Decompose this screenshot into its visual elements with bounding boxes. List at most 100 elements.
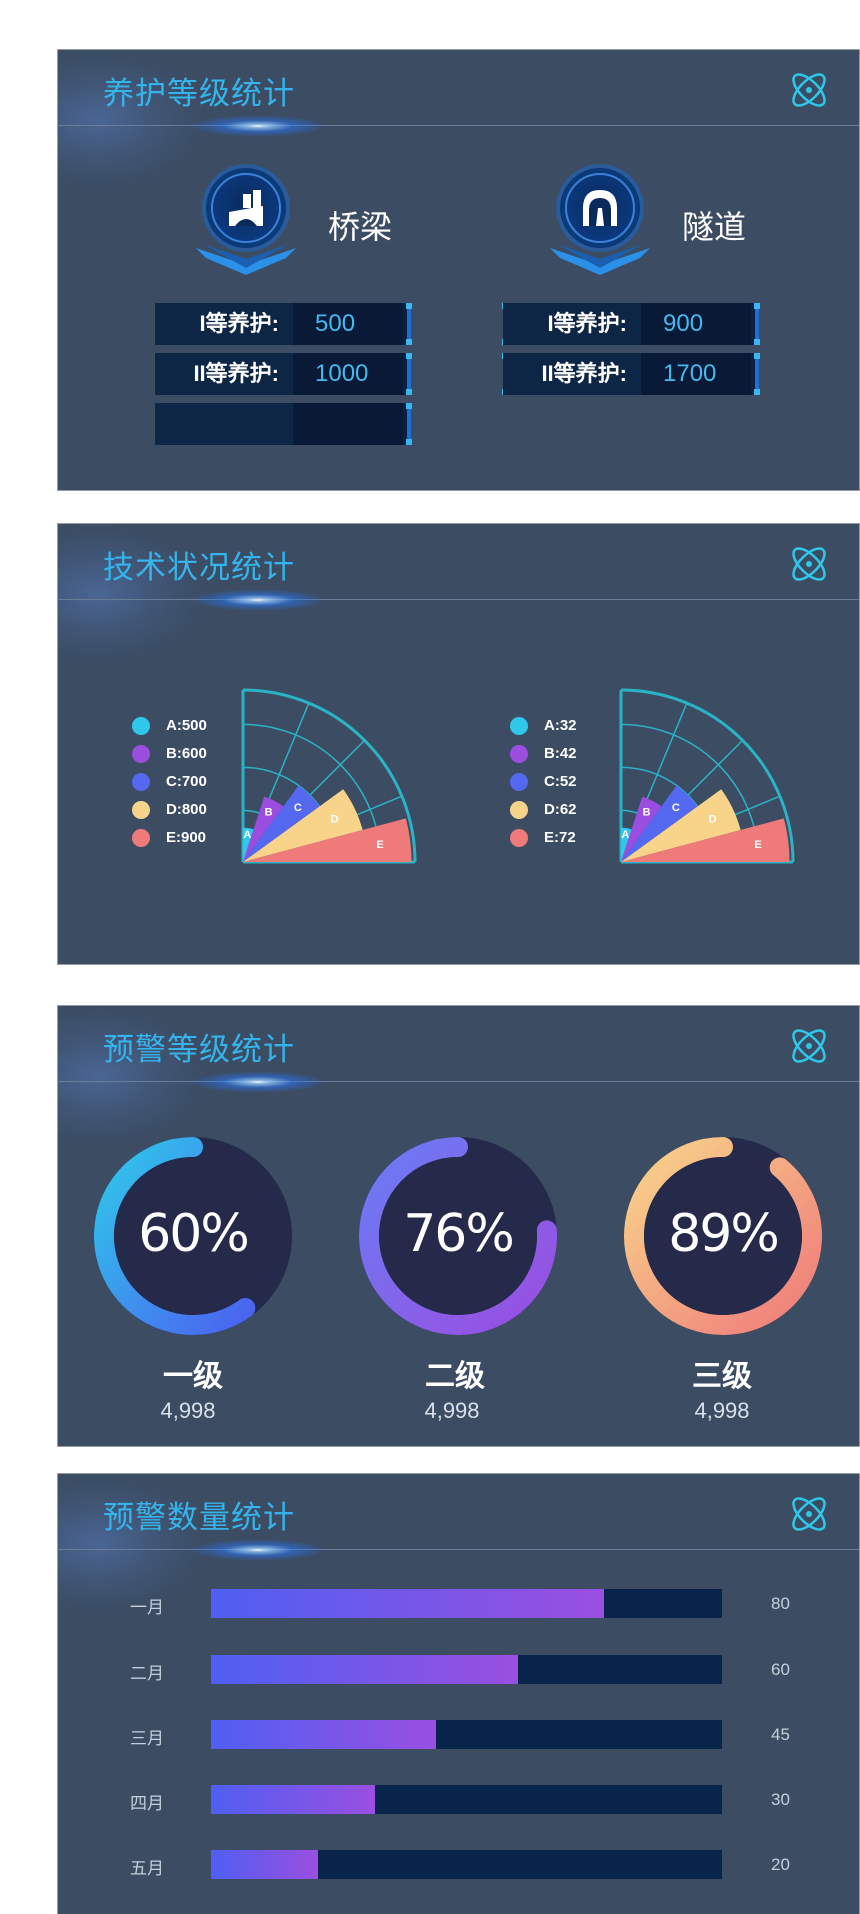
bar-fill (211, 1785, 375, 1814)
bar-label: 五月 (130, 1859, 164, 1879)
panel-title: 预警等级统计 (103, 1032, 295, 1068)
bridge-badge-icon (196, 164, 296, 275)
legend-item: E:900 (132, 828, 252, 848)
legend-text: A:32 (544, 717, 577, 734)
legend-text: B:600 (166, 745, 207, 762)
atom-icon[interactable] (787, 1024, 831, 1068)
rose-slice-label: D (709, 813, 717, 825)
rose-slice-label: B (643, 807, 651, 819)
legend-item: B:42 (510, 744, 630, 764)
gauge-label: 三级 (692, 1359, 752, 1394)
rose-slice-label: D (331, 813, 339, 825)
level-value: 500 (293, 303, 403, 345)
header-flare (188, 1071, 328, 1093)
gauge-percent: 76% (403, 1204, 515, 1264)
atom-icon[interactable] (787, 1492, 831, 1536)
legend-text: A:500 (166, 717, 207, 734)
bar-row: 三月 45 (58, 1720, 859, 1750)
level-value: 1700 (641, 353, 751, 395)
bar-value: 45 (771, 1725, 790, 1744)
gauge-label: 一级 (163, 1359, 223, 1394)
rose-slice-label: A (243, 829, 251, 841)
atom-icon[interactable] (787, 542, 831, 586)
row-edge (754, 353, 760, 395)
bar-label: 三月 (130, 1729, 164, 1749)
legend-item: C:700 (132, 772, 252, 792)
level-label: II等养护: (503, 353, 641, 395)
rose-chart-left: A B C D E (241, 688, 417, 864)
bar-track (211, 1655, 722, 1684)
bar-fill (211, 1720, 436, 1749)
row-edge (406, 403, 412, 445)
dashboard-page: 养护等级统计 桥梁 I等养护: 500 II等养护: 1000 隧道 I等养护:… (0, 0, 860, 1914)
legend-item: E:72 (510, 828, 630, 848)
gauge-count: 4,998 (160, 1398, 216, 1423)
bar-value: 60 (771, 1660, 790, 1679)
rose-slice-label: E (376, 839, 383, 851)
panel-header: 预警数量统计 (58, 1474, 859, 1561)
legend-dot (510, 829, 528, 847)
bar-label: 二月 (130, 1664, 164, 1684)
header-divider (58, 1549, 859, 1550)
panel-header: 养护等级统计 (58, 50, 859, 137)
legend-text: D:800 (166, 801, 207, 818)
legend-item: D:62 (510, 800, 630, 820)
rose-chart-right: A B C D E (619, 688, 795, 864)
bridge-level-row: I等养护: 500 (155, 303, 412, 345)
bar-row: 四月 30 (58, 1785, 859, 1815)
level-label: I等养护: (155, 303, 293, 345)
row-edge (406, 353, 412, 395)
bar-row: 五月 20 (58, 1850, 859, 1880)
header-flare (188, 589, 328, 611)
level-label: I等养护: (503, 303, 641, 345)
legend-text: E:900 (166, 829, 207, 846)
level-value: 900 (641, 303, 751, 345)
tunnel-level-row: I等养护: 900 (502, 303, 760, 345)
bar-value: 20 (771, 1855, 790, 1874)
legend-dot (510, 801, 528, 819)
level-label: II等养护: (155, 353, 293, 395)
warning-count-panel: 预警数量统计 一月 80 二月 60 三月 45 四月 30 五月 20 (58, 1474, 859, 1914)
bar-label: 四月 (130, 1794, 164, 1814)
legend-dot (510, 773, 528, 791)
technical-status-panel: 技术状况统计 A:500 B:600 C:700 D:800 E:900 A B… (58, 524, 859, 964)
atom-icon[interactable] (787, 68, 831, 112)
legend-dot (132, 745, 150, 763)
bar-track (211, 1589, 722, 1618)
legend-text: B:42 (544, 745, 577, 762)
bar-row: 一月 80 (58, 1589, 859, 1619)
rose-slice-label: E (754, 839, 761, 851)
legend-text: C:52 (544, 773, 577, 790)
tunnel-badge-icon (550, 164, 650, 275)
header-divider (58, 125, 859, 126)
gauge-count: 4,998 (424, 1398, 480, 1423)
bridge-level-row (155, 403, 412, 445)
level-value (293, 403, 403, 445)
panel-title: 预警数量统计 (103, 1500, 295, 1536)
panel-title: 养护等级统计 (103, 76, 295, 112)
bridge-level-row: II等养护: 1000 (155, 353, 412, 395)
rose-slice-label: A (621, 829, 629, 841)
warning-level-panel: 预警等级统计 60% 一级 4,998 76% 二级 4,998 89% 三级 … (58, 1006, 859, 1446)
gauge-label: 二级 (425, 1359, 485, 1394)
header-flare (188, 1539, 328, 1561)
gauge-percent: 60% (138, 1204, 250, 1264)
row-edge (754, 303, 760, 345)
bridge-name: 桥梁 (328, 208, 393, 246)
rose-slice-label: B (265, 807, 273, 819)
legend-text: C:700 (166, 773, 207, 790)
bar-fill (211, 1655, 518, 1684)
panel-header: 预警等级统计 (58, 1006, 859, 1093)
bar-label: 一月 (130, 1598, 164, 1618)
legend-item: D:800 (132, 800, 252, 820)
header-divider (58, 1081, 859, 1082)
level-value: 1000 (293, 353, 403, 395)
bar-track (211, 1720, 722, 1749)
bar-value: 30 (771, 1790, 790, 1809)
legend-dot (132, 801, 150, 819)
bar-track (211, 1850, 722, 1879)
rose-slice-label: C (294, 802, 302, 814)
bar-track (211, 1785, 722, 1814)
legend-dot (132, 829, 150, 847)
bar-value: 80 (771, 1594, 790, 1613)
